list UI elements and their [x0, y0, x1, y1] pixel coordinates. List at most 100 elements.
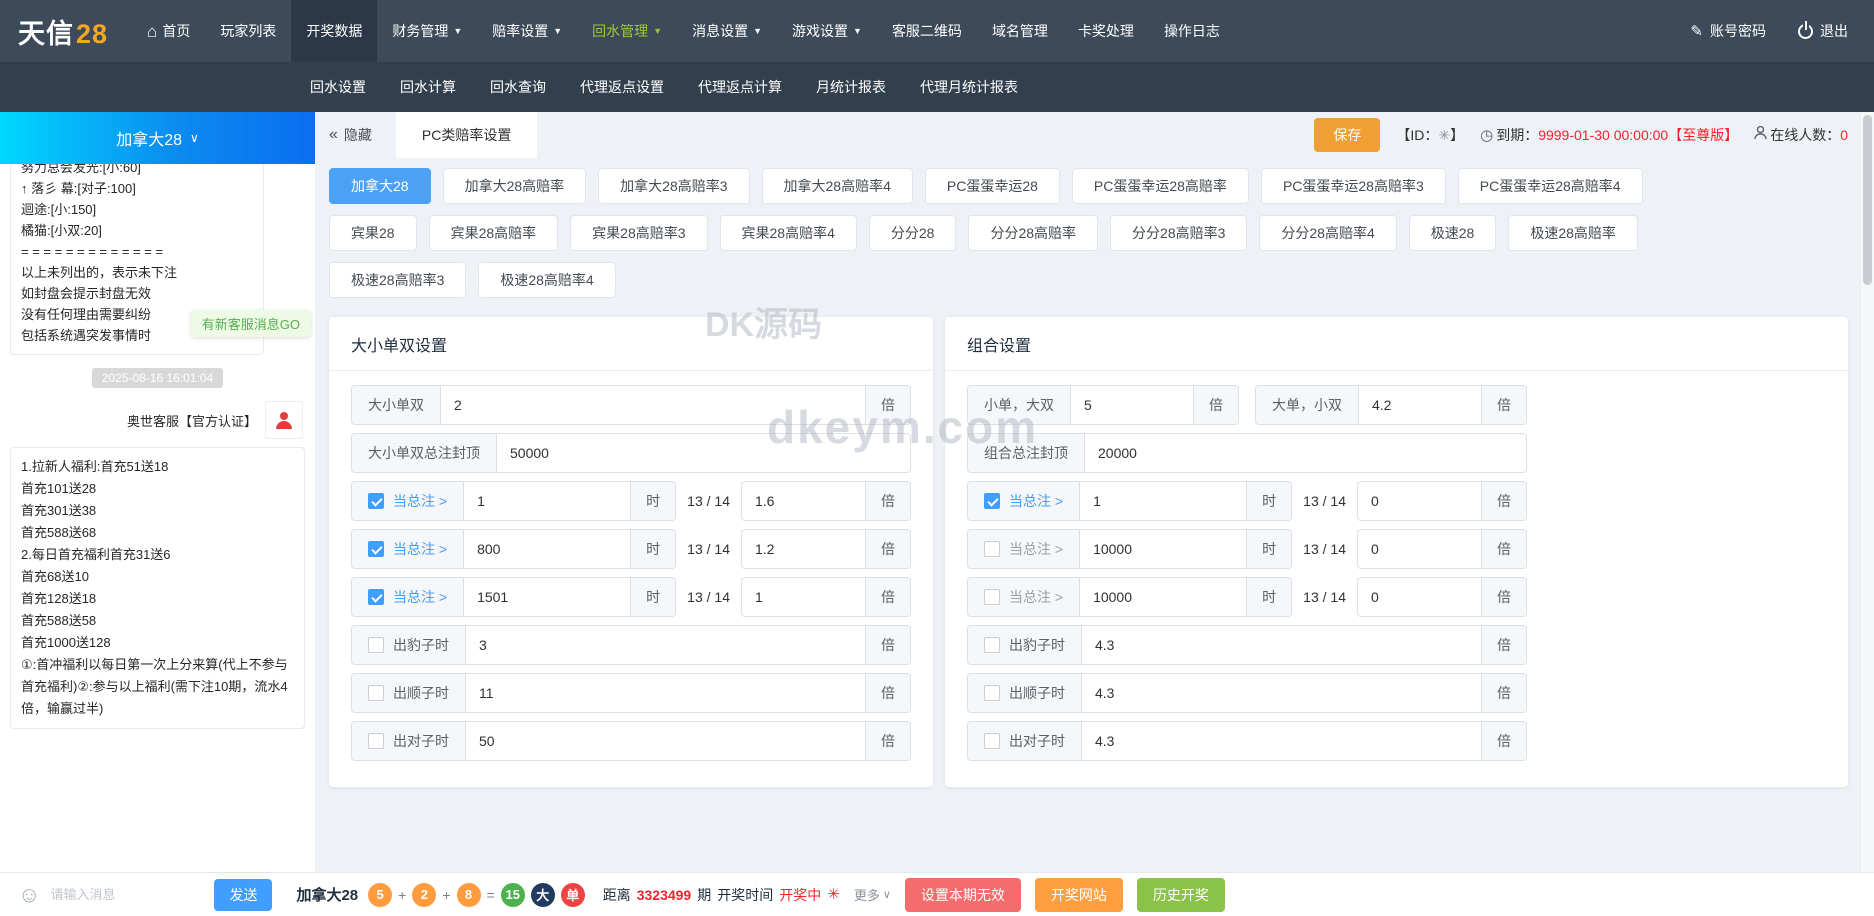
smiley-icon[interactable]: ☺ — [18, 883, 40, 906]
account-password-button[interactable]: ✎ 账号密码 — [1690, 21, 1766, 41]
checkbox[interactable] — [368, 637, 384, 653]
value-input[interactable] — [464, 530, 631, 568]
value-input[interactable] — [1080, 482, 1247, 520]
value-input[interactable] — [742, 530, 865, 568]
game-tab[interactable]: 宾果28高赔率3 — [570, 215, 708, 251]
value-input[interactable] — [1359, 386, 1481, 424]
subnav-item[interactable]: 代理返点设置 — [563, 77, 681, 97]
game-tab[interactable]: 宾果28高赔率4 — [719, 215, 857, 251]
input-label-text: 当总注 > — [393, 493, 448, 509]
value-input[interactable] — [464, 482, 631, 520]
nav-item[interactable]: 域名管理 — [977, 0, 1063, 62]
subnav-item[interactable]: 回水计算 — [383, 77, 473, 97]
game-tab[interactable]: 分分28 — [868, 215, 957, 251]
nav-item[interactable]: 赔率设置 ▼ — [477, 0, 577, 62]
game-tab[interactable]: 分分28高赔率4 — [1259, 215, 1397, 251]
value-input[interactable] — [1082, 674, 1481, 712]
value-input[interactable] — [742, 578, 865, 616]
subnav-item[interactable]: 月统计报表 — [799, 77, 903, 97]
game-tab[interactable]: PC蛋蛋幸运28高赔率 — [1071, 168, 1249, 204]
value-input[interactable] — [1082, 722, 1481, 760]
nav-item[interactable]: 开奖数据 — [291, 0, 378, 62]
draw-website-button[interactable]: 开奖网站 — [1034, 877, 1123, 912]
value-input[interactable] — [497, 434, 910, 472]
subnav-item[interactable]: 代理月统计报表 — [903, 77, 1035, 97]
nav-item[interactable]: 操作日志 — [1149, 0, 1235, 62]
checkbox[interactable] — [368, 541, 384, 557]
value-input[interactable] — [1085, 434, 1526, 472]
game-tab[interactable]: 极速28高赔率4 — [478, 262, 616, 298]
nav-item-label: 客服二维码 — [891, 23, 962, 39]
checkbox[interactable] — [984, 493, 1000, 509]
nav-item[interactable]: 回水管理 ▼ — [577, 0, 677, 62]
input-group: 当总注 > 时 — [967, 577, 1293, 617]
checkbox[interactable] — [368, 589, 384, 605]
game-tab[interactable]: 极速28高赔率 — [1508, 215, 1638, 251]
checkbox[interactable] — [368, 685, 384, 701]
game-tab[interactable]: 分分28高赔率 — [968, 215, 1099, 251]
checkbox[interactable] — [984, 541, 1000, 557]
main-toolbar: « 隐藏 PC类赔率设置 保存 【ID：✳】 ◷ 到期：9999-01-30 00… — [315, 112, 1860, 158]
value-input[interactable] — [1358, 530, 1481, 568]
game-tab[interactable]: 极速28 — [1408, 215, 1497, 251]
value-input[interactable] — [1080, 578, 1247, 616]
nav-item[interactable]: 玩家列表 — [205, 0, 291, 62]
draw-history-button[interactable]: 历史开奖 — [1136, 877, 1225, 912]
nav-item[interactable]: 财务管理 ▼ — [377, 0, 477, 62]
chat-message-input[interactable] — [50, 887, 191, 902]
new-message-toast[interactable]: 有新客服消息GO — [190, 310, 311, 337]
game-tab[interactable]: 加拿大28高赔率 — [442, 168, 587, 204]
checkbox[interactable] — [368, 733, 384, 749]
hide-sidebar-button[interactable]: « 隐藏 — [329, 125, 372, 145]
input-label: 当总注 > — [352, 578, 465, 616]
value-input[interactable] — [1082, 626, 1481, 664]
game-tab[interactable]: 极速28高赔率3 — [329, 262, 467, 298]
value-input[interactable] — [1080, 530, 1247, 568]
input-label-text: 大小单双 — [368, 397, 424, 413]
checkbox[interactable] — [984, 685, 1000, 701]
page-tab-odds-settings[interactable]: PC类赔率设置 — [395, 112, 538, 158]
value-input[interactable] — [1071, 386, 1193, 424]
value-input[interactable] — [466, 674, 865, 712]
logout-button[interactable]: 退出 — [1798, 21, 1848, 41]
game-tab-row: 宾果28 宾果28高赔率 宾果28高赔率3 宾果28高赔率4 分分28 分分28高赔率 分分… — [329, 215, 1860, 251]
nav-item[interactable]: 消息设置 ▼ — [677, 0, 777, 62]
sidebar-game-selector[interactable]: 加拿大28 ∨ — [0, 112, 315, 164]
scrollbar-track[interactable] — [1860, 112, 1874, 916]
input-group: 倍 — [741, 481, 911, 521]
nav-item[interactable]: 客服二维码 — [877, 0, 977, 62]
game-tab[interactable]: 宾果28 — [329, 215, 417, 251]
value-input[interactable] — [1358, 578, 1481, 616]
invalidate-issue-button[interactable]: 设置本期无效 — [904, 877, 1021, 912]
game-tab[interactable]: PC蛋蛋幸运28高赔率4 — [1457, 168, 1643, 204]
save-button[interactable]: 保存 — [1314, 118, 1381, 152]
nav-item[interactable]: 卡奖处理 — [1063, 0, 1149, 62]
game-tab[interactable]: 宾果28高赔率 — [428, 215, 559, 251]
scrollbar-thumb[interactable] — [1863, 115, 1872, 285]
game-tab[interactable]: 加拿大28高赔率4 — [761, 168, 913, 204]
more-button[interactable]: 更多 ∨ — [854, 885, 891, 904]
value-input[interactable] — [466, 626, 865, 664]
send-button[interactable]: 发送 — [214, 878, 273, 911]
game-tab[interactable]: 加拿大28 — [329, 168, 431, 204]
checkbox[interactable] — [984, 637, 1000, 653]
subnav-item[interactable]: 代理返点计算 — [681, 77, 799, 97]
value-input[interactable] — [441, 386, 865, 424]
nav-item[interactable]: 游戏设置 ▼ — [777, 0, 877, 62]
value-input[interactable] — [464, 578, 631, 616]
checkbox[interactable] — [984, 733, 1000, 749]
subnav-item[interactable]: 回水查询 — [473, 77, 563, 97]
game-tab[interactable]: PC蛋蛋幸运28高赔率3 — [1260, 168, 1446, 204]
nav-item-label: 赔率设置 — [492, 23, 549, 39]
value-input[interactable] — [742, 482, 865, 520]
value-input[interactable] — [1358, 482, 1481, 520]
game-tab[interactable]: 加拿大28高赔率3 — [598, 168, 750, 204]
checkbox[interactable] — [984, 589, 1000, 605]
game-tab[interactable]: PC蛋蛋幸运28 — [924, 168, 1060, 204]
chat-area: 努力总会发光:[小:60] ↑ 落彡 幕:[对子:100] 迴途:[小:150] 橘猫… — [0, 164, 315, 872]
subnav-item[interactable]: 回水设置 — [293, 77, 383, 97]
value-input[interactable] — [466, 722, 865, 760]
game-tab[interactable]: 分分28高赔率3 — [1110, 215, 1248, 251]
checkbox[interactable] — [368, 493, 384, 509]
nav-item[interactable]: ⌂ 首页 — [132, 0, 205, 62]
